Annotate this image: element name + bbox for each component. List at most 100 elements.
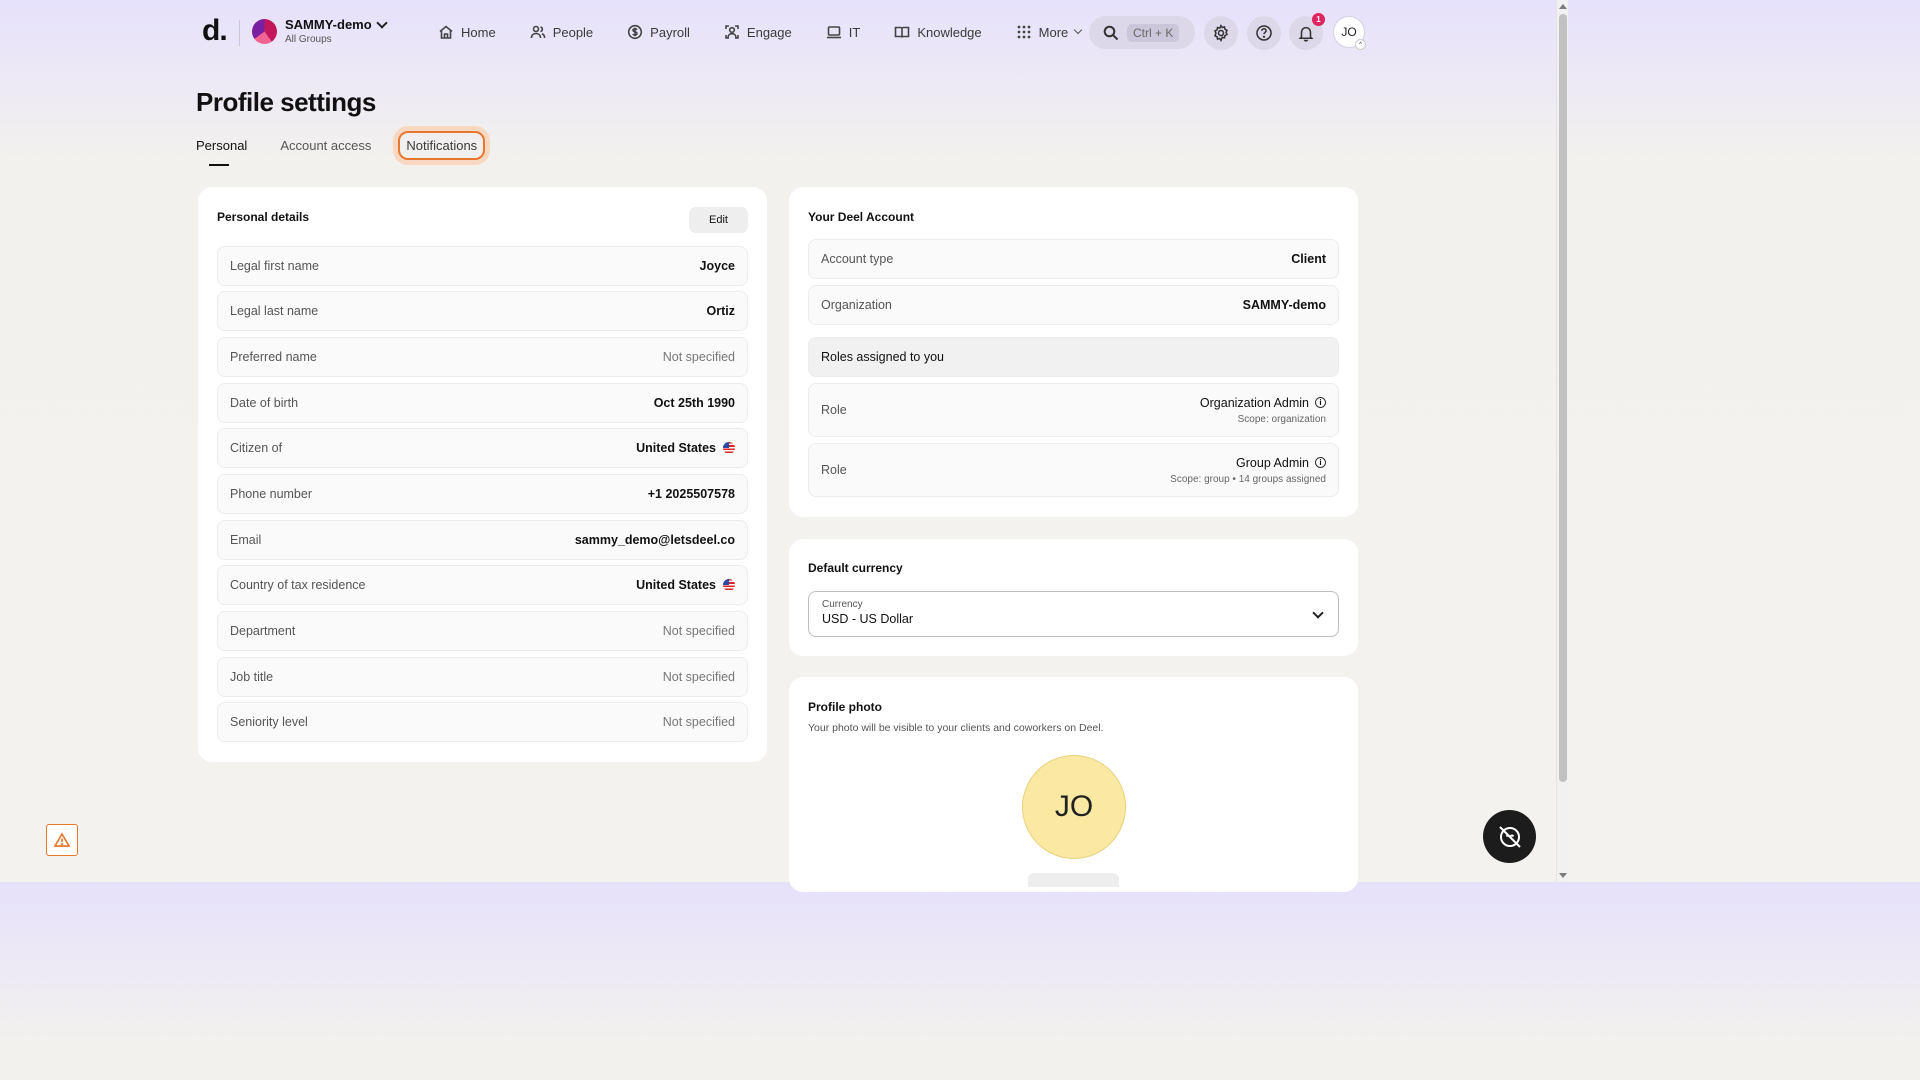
laptop-icon bbox=[826, 26, 841, 39]
role-scope: Scope: organization bbox=[1237, 413, 1326, 425]
nav-it[interactable]: IT bbox=[818, 20, 869, 44]
personal-details-card: Personal details Edit Legal first name J… bbox=[198, 187, 767, 762]
people-icon bbox=[530, 25, 546, 39]
us-flag-icon bbox=[723, 579, 735, 591]
detail-row-job-title: Job title Not specified bbox=[217, 657, 748, 697]
row-value: United States bbox=[636, 578, 716, 592]
nav-it-label: IT bbox=[848, 24, 861, 40]
global-search[interactable]: Ctrl + K bbox=[1089, 16, 1195, 49]
deel-account-card: Your Deel Account Account type Client Or… bbox=[789, 187, 1358, 517]
settings-button[interactable] bbox=[1204, 16, 1238, 50]
role-name: Organization Admin bbox=[1199, 395, 1309, 410]
row-label: Account type bbox=[821, 252, 894, 266]
row-value: United States bbox=[636, 441, 716, 455]
row-label: Legal last name bbox=[230, 304, 319, 318]
role-row: Role Group Admin i Scope: group • 14 gro… bbox=[808, 443, 1339, 497]
page-scrollbar[interactable] bbox=[1556, 0, 1568, 882]
role-row: Role Organization Admin i Scope: organiz… bbox=[808, 383, 1339, 437]
nav-home[interactable]: Home bbox=[430, 20, 504, 44]
row-label: Email bbox=[230, 533, 262, 547]
help-icon bbox=[1256, 25, 1272, 41]
engage-icon bbox=[725, 25, 739, 39]
organization-row: Organization SAMMY-demo bbox=[808, 285, 1339, 325]
tab-notifications[interactable]: Notifications bbox=[398, 131, 486, 160]
help-button[interactable] bbox=[1247, 16, 1281, 50]
top-navigation-bar: d. SAMMY-demo All Groups Home People Pay… bbox=[0, 0, 1556, 66]
nav-more[interactable]: More bbox=[1008, 20, 1090, 44]
row-label: Preferred name bbox=[230, 350, 317, 364]
profile-avatar: JO bbox=[1022, 755, 1126, 859]
detail-row-preferred-name: Preferred name Not specified bbox=[217, 337, 748, 377]
nav-engage[interactable]: Engage bbox=[716, 20, 800, 44]
logo-divider bbox=[239, 20, 240, 46]
row-value: Not specified bbox=[662, 715, 735, 729]
profile-tabs: Personal Account access Notifications bbox=[196, 131, 486, 166]
org-switcher[interactable]: SAMMY-demo All Groups bbox=[252, 16, 388, 45]
scroll-down-icon[interactable] bbox=[1559, 873, 1567, 878]
row-label: Legal first name bbox=[230, 259, 319, 273]
upload-photo-button[interactable] bbox=[1028, 873, 1119, 887]
nav-knowledge-label: Knowledge bbox=[917, 24, 982, 40]
detail-row-phone: Phone number +1 2025507578 bbox=[217, 474, 748, 514]
detail-row-department: Department Not specified bbox=[217, 611, 748, 651]
row-label: Job title bbox=[230, 670, 274, 684]
tab-personal[interactable]: Personal bbox=[196, 138, 247, 166]
search-shortcut: Ctrl + K bbox=[1127, 23, 1180, 42]
row-label: Organization bbox=[821, 298, 892, 312]
scroll-up-icon[interactable] bbox=[1559, 4, 1567, 9]
row-label: Citizen of bbox=[230, 441, 283, 455]
row-value: sammy_demo@letsdeel.co bbox=[574, 533, 735, 547]
row-label: Role bbox=[821, 463, 847, 477]
row-value: Ortiz bbox=[706, 304, 735, 318]
row-value: Not specified bbox=[662, 624, 735, 638]
nav-people[interactable]: People bbox=[522, 20, 601, 44]
currency-select[interactable]: Currency USD - US Dollar bbox=[808, 591, 1339, 637]
info-icon[interactable]: i bbox=[1315, 397, 1326, 408]
tab-account-access[interactable]: Account access bbox=[280, 138, 371, 153]
user-menu-button[interactable]: JO ^ bbox=[1333, 16, 1366, 50]
nav-engage-label: Engage bbox=[746, 24, 792, 40]
report-issue-button[interactable] bbox=[46, 824, 78, 856]
default-currency-title: Default currency bbox=[808, 561, 903, 575]
row-value: Client bbox=[1291, 252, 1326, 266]
nav-people-label: People bbox=[552, 24, 594, 40]
roles-header-label: Roles assigned to you bbox=[821, 350, 944, 364]
chevron-down-icon bbox=[1074, 25, 1083, 35]
info-icon[interactable]: i bbox=[1315, 457, 1326, 468]
row-value: SAMMY-demo bbox=[1242, 298, 1326, 312]
nav-knowledge[interactable]: Knowledge bbox=[886, 20, 989, 44]
chevron-up-icon: ^ bbox=[1355, 39, 1366, 50]
scrollbar-thumb[interactable] bbox=[1559, 14, 1567, 782]
warning-icon bbox=[54, 832, 70, 847]
home-icon bbox=[439, 25, 453, 39]
row-label: Phone number bbox=[230, 487, 313, 501]
page-title: Profile settings bbox=[196, 87, 376, 117]
us-flag-icon bbox=[723, 442, 735, 454]
notification-badge: 1 bbox=[1312, 13, 1325, 26]
row-value: Not specified bbox=[662, 670, 735, 684]
profile-photo-title: Profile photo bbox=[808, 700, 882, 714]
nav-payroll[interactable]: Payroll bbox=[619, 20, 698, 44]
notifications-button[interactable]: 1 bbox=[1289, 13, 1325, 50]
assistant-button[interactable] bbox=[1483, 810, 1536, 863]
detail-row-first-name: Legal first name Joyce bbox=[217, 246, 748, 286]
row-value: Not specified bbox=[662, 350, 735, 364]
currency-select-label: Currency bbox=[822, 599, 863, 610]
search-icon bbox=[1103, 25, 1119, 40]
deel-logo[interactable]: d. bbox=[202, 14, 228, 48]
personal-details-title: Personal details bbox=[217, 210, 310, 224]
assistant-icon bbox=[1498, 825, 1521, 848]
account-type-row: Account type Client bbox=[808, 239, 1339, 279]
detail-row-seniority: Seniority level Not specified bbox=[217, 702, 748, 742]
row-label: Role bbox=[821, 403, 847, 417]
grid-icon bbox=[1017, 25, 1031, 39]
org-avatar bbox=[252, 18, 277, 44]
row-value: Joyce bbox=[699, 259, 735, 273]
role-name: Group Admin bbox=[1236, 455, 1309, 470]
detail-row-date-of-birth: Date of birth Oct 25th 1990 bbox=[217, 383, 748, 423]
org-name: SAMMY-demo bbox=[285, 17, 372, 32]
bell-icon bbox=[1298, 26, 1314, 42]
chevron-down-icon bbox=[376, 16, 388, 29]
edit-button[interactable]: Edit bbox=[689, 207, 748, 233]
row-value: +1 2025507578 bbox=[647, 487, 735, 501]
